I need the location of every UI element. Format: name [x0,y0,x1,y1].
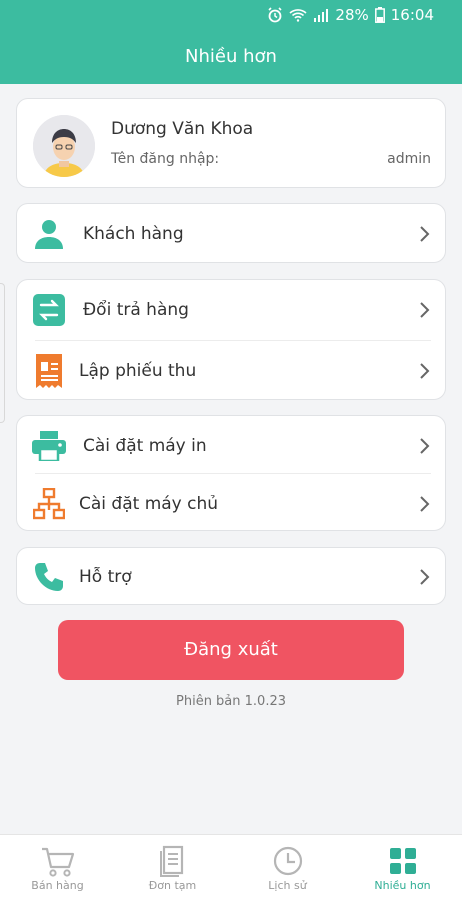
tab-more[interactable]: Nhiều hơn [345,835,460,900]
clock-time: 16:04 [390,6,434,24]
tab-label: Nhiều hơn [374,879,431,892]
chevron-right-icon [420,302,430,318]
cart-icon [41,847,74,877]
page-title: Nhiều hơn [185,46,277,67]
menu-label-customers: Khách hàng [83,224,184,244]
menu-label-server: Cài đặt máy chủ [79,494,219,514]
receipt-icon [31,353,67,389]
menu-item-server[interactable]: Cài đặt máy chủ [17,474,445,534]
settings-card: Cài đặt máy in Cài đặt máy chủ [16,415,446,531]
bottom-navigation: Bán hàng Đơn tạm Lịch sử Nhiều hơn [0,834,462,900]
battery-icon [374,7,385,23]
version-text: Phiên bản 1.0.23 [176,694,286,709]
tab-sales[interactable]: Bán hàng [0,835,115,900]
document-icon [159,845,183,877]
network-icon [31,486,67,522]
chevron-right-icon [420,226,430,242]
menu-label-printer: Cài đặt máy in [83,436,207,456]
user-avatar-icon [33,115,95,177]
tab-label: Bán hàng [31,879,84,892]
app-header: Nhiều hơn [0,30,462,84]
clock-icon [273,846,302,876]
chevron-right-icon [420,438,430,454]
grid-icon [389,848,416,874]
customers-card: Khách hàng [16,203,446,263]
signal-icon [314,9,329,22]
logout-button[interactable]: Đăng xuất [58,620,404,680]
menu-item-support[interactable]: Hỗ trợ [17,548,445,606]
menu-label-receipt: Lập phiếu thu [79,361,197,381]
tab-label: Lịch sử [268,879,307,892]
status-bar: 28% 16:04 [0,0,462,30]
tab-history[interactable]: Lịch sử [230,835,345,900]
battery-percent: 28% [335,6,369,24]
menu-item-receipt[interactable]: Lập phiếu thu [17,341,445,401]
phone-icon [31,559,67,595]
chevron-right-icon [420,363,430,379]
avatar [33,115,95,177]
tab-label: Đơn tạm [148,879,197,892]
wifi-icon [289,9,307,22]
support-card: Hỗ trợ [16,547,446,605]
profile-card[interactable]: Dương Văn Khoa Tên đăng nhập: admin [16,98,446,188]
side-drawer-handle[interactable] [0,283,5,423]
chevron-right-icon [420,569,430,585]
menu-item-printer[interactable]: Cài đặt máy in [17,416,445,476]
exchange-icon [31,292,67,328]
username-value: admin [387,151,431,167]
chevron-right-icon [420,496,430,512]
person-icon [31,216,67,252]
tab-draft-orders[interactable]: Đơn tạm [115,835,230,900]
profile-name: Dương Văn Khoa [111,119,254,139]
username-label: Tên đăng nhập: [111,151,220,167]
printer-icon [31,428,67,464]
menu-item-returns[interactable]: Đổi trả hàng [17,280,445,340]
menu-item-customers[interactable]: Khách hàng [17,204,445,264]
sales-card: Đổi trả hàng Lập phiếu thu [16,279,446,400]
alarm-icon [268,7,282,23]
menu-label-support: Hỗ trợ [79,567,132,587]
menu-label-returns: Đổi trả hàng [83,300,189,320]
